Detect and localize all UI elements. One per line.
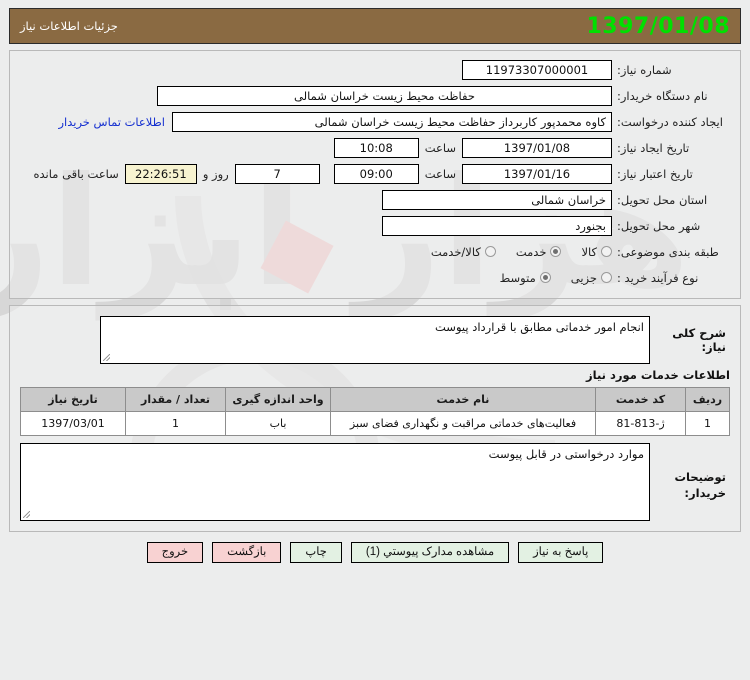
- buyer-notes-label-line2: خریدار:: [684, 486, 726, 500]
- radio-icon[interactable]: [601, 272, 612, 283]
- valid-date-field[interactable]: 1397/01/16: [462, 163, 612, 184]
- label-buyer-notes: توضیحات خریدار:: [650, 443, 730, 501]
- radio-icon[interactable]: [601, 246, 612, 257]
- page-title: جزئیات اطلاعات نیاز: [20, 19, 118, 33]
- label-need-number: شماره نیاز:: [617, 62, 672, 77]
- col-name: نام خدمت: [330, 387, 596, 412]
- description-wrap: شرح کلی نیاز: انجام امور خدماتی مطابق با…: [20, 316, 730, 364]
- label-description: شرح کلی نیاز:: [672, 326, 726, 354]
- cell-name: فعالیت‌های خدماتی مراقبت و نگهداری فضای …: [330, 411, 596, 436]
- category-radio-group: کالا خدمت کالا/خدمت: [413, 245, 612, 259]
- city-field[interactable]: بجنورد: [382, 215, 612, 236]
- radio-icon[interactable]: [484, 246, 496, 257]
- col-date: تاریخ نیاز: [20, 387, 126, 412]
- buyer-org-field[interactable]: حفاظت محیط زیست خراسان شمالی: [157, 85, 612, 106]
- col-quantity: تعداد / مقدار: [125, 387, 226, 412]
- view-attachments-button[interactable]: مشاهده مدارک پیوستي (1): [350, 542, 510, 563]
- label-countdown: ساعت باقی مانده: [33, 166, 119, 181]
- label-category: طبقه بندی موضوعی:: [617, 244, 719, 259]
- print-button[interactable]: چاپ: [290, 542, 342, 563]
- label-creator: ایجاد کننده درخواست:: [617, 114, 723, 129]
- cell-index: 1: [685, 411, 730, 436]
- category-option-kala[interactable]: کالا: [581, 245, 612, 259]
- category-option-label: کالا: [581, 244, 597, 259]
- row-create-date: تاریخ ایجاد نیاز: 1397/01/08 ساعت 10:08: [20, 137, 730, 158]
- row-need-number: شماره نیاز: 11973307000001: [20, 59, 730, 80]
- label-valid-time: ساعت: [424, 166, 456, 181]
- col-code: کد خدمت: [595, 387, 686, 412]
- remaining-days-field[interactable]: 7: [234, 163, 320, 184]
- row-valid-date: تاریخ اعتبار نیاز: 1397/01/16 ساعت 09:00…: [20, 163, 730, 184]
- col-unit: واحد اندازه گیری: [225, 387, 331, 412]
- row-city: شهر محل تحویل: بجنورد: [20, 215, 730, 236]
- header-date: 1397/01/08: [586, 13, 730, 39]
- process-option-motevaset[interactable]: متوسط: [500, 271, 551, 285]
- cell-code: ژ-813-81: [595, 411, 686, 436]
- process-option-label: جزیی: [570, 270, 597, 285]
- row-creator: ایجاد کننده درخواست: کاوه محمدپور کاربرد…: [20, 111, 730, 132]
- label-create-date: تاریخ ایجاد نیاز:: [617, 140, 690, 155]
- create-date-field[interactable]: 1397/01/08: [462, 137, 612, 158]
- process-type-radio-group: جزیی متوسط: [482, 271, 612, 285]
- row-province: استان محل تحویل: خراسان شمالی: [20, 189, 730, 210]
- process-option-jozei[interactable]: جزیی: [571, 271, 612, 285]
- cell-date: 1397/03/01: [20, 411, 126, 436]
- valid-time-field[interactable]: 09:00: [333, 163, 419, 184]
- col-index: ردیف: [685, 387, 730, 412]
- label-city: شهر محل تحویل:: [617, 218, 701, 233]
- table-row[interactable]: 1 ژ-813-81 فعالیت‌های خدماتی مراقبت و نگ…: [20, 411, 730, 436]
- label-process-type: نوع فرآیند خرید :: [617, 270, 699, 285]
- category-option-label: خدمت: [515, 244, 547, 259]
- category-option-label: کالا/خدمت: [430, 244, 481, 259]
- label-days: روز و: [202, 166, 229, 181]
- province-field[interactable]: خراسان شمالی: [382, 189, 612, 210]
- services-table: ردیف کد خدمت نام خدمت واحد اندازه گیری ت…: [20, 387, 730, 436]
- radio-icon[interactable]: [550, 246, 562, 257]
- button-bar: پاسخ به نیاز مشاهده مدارک پیوستي (1) چاپ…: [9, 542, 741, 563]
- category-option-kala-khedmat[interactable]: کالا/خدمت: [431, 245, 496, 259]
- buyer-contact-link[interactable]: اطلاعات تماس خریدار: [58, 115, 172, 129]
- countdown-timer: 22:26:51: [124, 163, 197, 184]
- cell-quantity: 1: [125, 411, 226, 436]
- label-valid-date: تاریخ اعتبار نیاز:: [617, 166, 693, 181]
- create-time-field[interactable]: 10:08: [333, 137, 419, 158]
- buyer-notes-label-line1: توضیحات: [674, 470, 727, 484]
- table-header-row: ردیف کد خدمت نام خدمت واحد اندازه گیری ت…: [20, 387, 730, 412]
- description-textarea[interactable]: انجام امور خدماتی مطابق با قرارداد پیوست: [100, 316, 650, 364]
- services-section-title: اطلاعات خدمات مورد نیاز: [586, 368, 730, 382]
- buyer-notes-textarea[interactable]: موارد درخواستی در قابل پیوست: [20, 443, 650, 521]
- process-option-label: متوسط: [499, 270, 536, 285]
- row-buyer-org: نام دستگاه خریدار: حفاظت محیط زیست خراسا…: [20, 85, 730, 106]
- need-info-panel: شماره نیاز: 11973307000001 نام دستگاه خر…: [9, 50, 741, 299]
- respond-button[interactable]: پاسخ به نیاز: [518, 542, 604, 563]
- details-panel: شرح کلی نیاز: انجام امور خدماتی مطابق با…: [9, 305, 741, 532]
- back-button[interactable]: بازگشت: [212, 542, 282, 563]
- creator-field[interactable]: کاوه محمدپور کاربرداز حفاظت محیط زیست خر…: [172, 111, 612, 132]
- exit-button[interactable]: خروج: [146, 542, 204, 563]
- row-process-type: نوع فرآیند خرید : جزیی متوسط: [20, 267, 730, 288]
- label-buyer-org: نام دستگاه خریدار:: [617, 88, 708, 103]
- radio-icon[interactable]: [539, 272, 551, 283]
- category-option-khedmat[interactable]: خدمت: [516, 245, 562, 259]
- row-category: طبقه بندی موضوعی: کالا خدمت کالا/خدمت: [20, 241, 730, 262]
- buyer-notes-wrap: توضیحات خریدار: موارد درخواستی در قابل پ…: [20, 443, 730, 521]
- label-create-time: ساعت: [424, 140, 456, 155]
- cell-unit: باب: [225, 411, 331, 436]
- label-province: استان محل تحویل:: [617, 192, 708, 207]
- title-bar: 1397/01/08 جزئیات اطلاعات نیاز: [9, 8, 741, 44]
- need-number-field[interactable]: 11973307000001: [462, 59, 612, 80]
